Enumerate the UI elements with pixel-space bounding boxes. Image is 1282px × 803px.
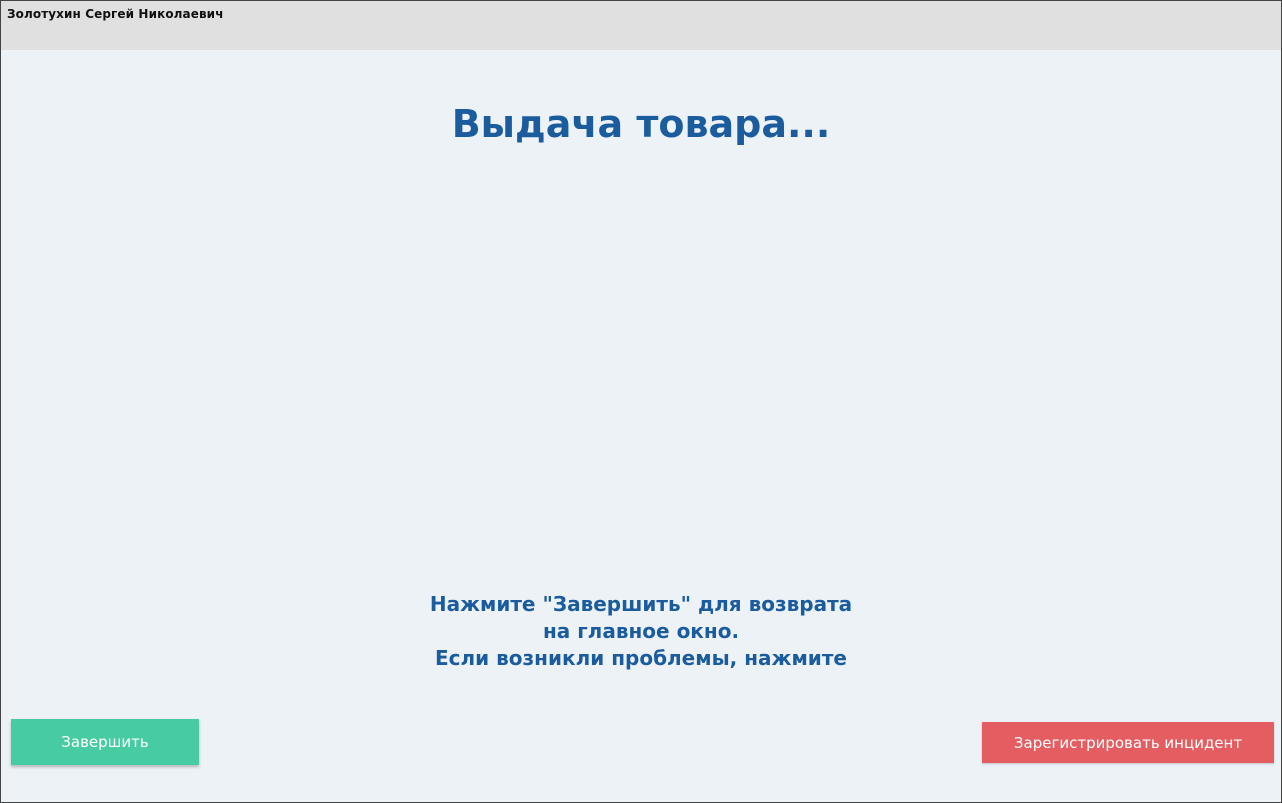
- instruction-line: Нажмите "Завершить" для возврата: [429, 592, 853, 616]
- header-bar: Золотухин Сергей Николаевич: [1, 1, 1281, 50]
- app-window: Золотухин Сергей Николаевич Выдача товар…: [0, 0, 1282, 803]
- instruction-line: Если возникли проблемы, нажмите: [435, 646, 847, 670]
- page-title: Выдача товара...: [451, 102, 831, 146]
- finish-button[interactable]: Завершить: [11, 719, 199, 765]
- instruction-message: Нажмите "Завершить" для возврата на глав…: [1, 591, 1281, 672]
- instruction-line: на главное окно.: [542, 619, 740, 643]
- register-incident-button[interactable]: Зарегистрировать инцидент: [982, 722, 1274, 763]
- user-name: Золотухин Сергей Николаевич: [7, 7, 224, 21]
